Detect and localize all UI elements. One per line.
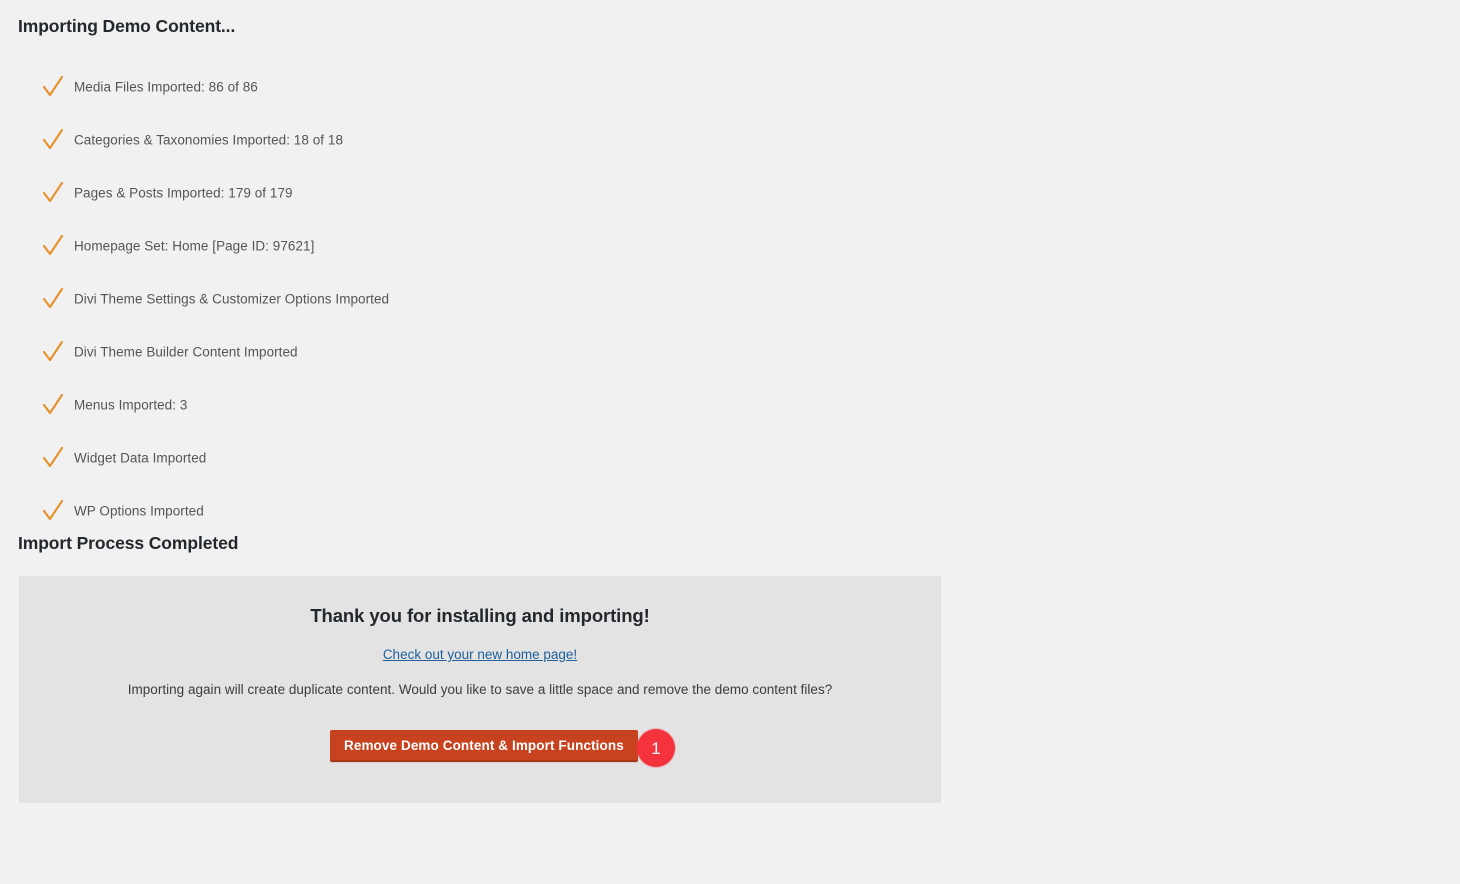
panel-description: Importing again will create duplicate co… [127,682,833,697]
list-item: Pages & Posts Imported: 179 of 179 [0,166,940,219]
panel-action-row: Remove Demo Content & Import Functions 1 [19,729,941,780]
list-item-label: Menus Imported: 3 [74,397,188,412]
list-item-label: Pages & Posts Imported: 179 of 179 [74,185,293,200]
import-progress-page: Importing Demo Content... Media Files Im… [0,0,1460,884]
section-title: Import Process Completed [18,533,239,553]
list-item-label: Divi Theme Settings & Customizer Options… [74,291,390,306]
list-item: Divi Theme Builder Content Imported [0,325,940,378]
remove-demo-content-button[interactable]: Remove Demo Content & Import Functions [330,730,638,762]
panel-link-row: Check out your new home page! [19,646,941,664]
list-item: WP Options Imported [0,484,940,537]
check-icon [42,498,64,524]
list-item: Homepage Set: Home [Page ID: 97621] [0,219,940,272]
check-icon [42,233,64,259]
panel-heading: Thank you for installing and importing! [310,605,650,626]
completion-panel: Thank you for installing and importing! … [19,576,941,803]
list-item: Media Files Imported: 86 of 86 [0,60,940,113]
home-page-link[interactable]: Check out your new home page! [383,647,577,662]
list-item: Divi Theme Settings & Customizer Options… [0,272,940,325]
import-progress-list: Media Files Imported: 86 of 86 Categorie… [0,60,940,537]
list-item-label: Homepage Set: Home [Page ID: 97621] [74,238,315,253]
list-item-label: Divi Theme Builder Content Imported [74,344,298,359]
list-item: Menus Imported: 3 [0,378,940,431]
check-icon [42,127,64,153]
list-item-label: Media Files Imported: 86 of 86 [74,79,258,94]
check-icon [42,286,64,312]
check-icon [42,392,64,418]
list-item: Widget Data Imported [0,431,940,484]
check-icon [42,180,64,206]
list-item-label: WP Options Imported [74,503,204,518]
page-title: Importing Demo Content... [18,16,236,36]
check-icon [42,445,64,471]
list-item: Categories & Taxonomies Imported: 18 of … [0,113,940,166]
check-icon [42,74,64,100]
check-icon [42,339,64,365]
list-item-label: Widget Data Imported [74,450,207,465]
step-badge: 1 [637,729,675,767]
list-item-label: Categories & Taxonomies Imported: 18 of … [74,132,344,147]
